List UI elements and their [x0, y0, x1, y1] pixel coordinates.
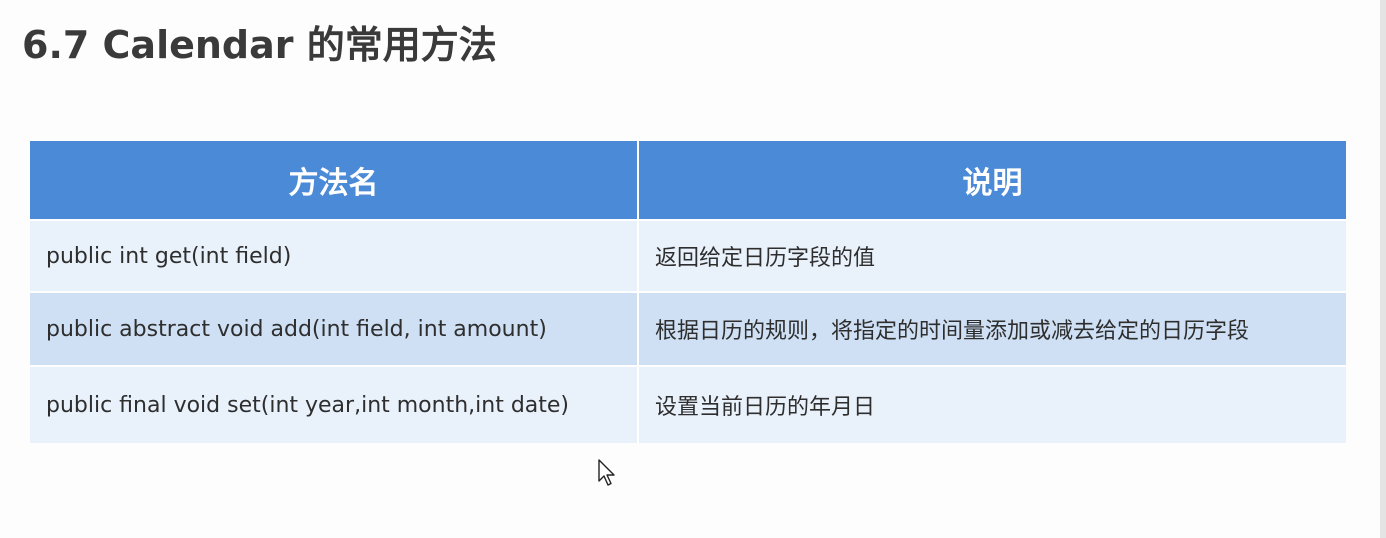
methods-table: 方法名 说明 public int get(int field) 返回给定日历字…: [30, 141, 1346, 443]
mouse-pointer-icon: [598, 459, 615, 486]
column-header-method: 方法名: [30, 141, 639, 220]
table-row: public abstract void add(int field, int …: [30, 291, 1346, 366]
description-cell: 返回给定日历字段的值: [638, 219, 1346, 292]
method-cell: public final void set(int year,int month…: [30, 365, 639, 443]
description-cell: 设置当前日历的年月日: [638, 365, 1346, 443]
table-header-row: 方法名 说明: [30, 141, 1346, 220]
window-edge: [1380, 0, 1386, 538]
method-cell: public abstract void add(int field, int …: [30, 291, 639, 366]
column-header-description: 说明: [638, 141, 1346, 220]
description-cell: 根据日历的规则，将指定的时间量添加或减去给定的日历字段: [638, 291, 1346, 366]
method-cell: public int get(int field): [30, 219, 639, 292]
page-title: 6.7 Calendar 的常用方法: [22, 23, 497, 67]
table-row: public final void set(int year,int month…: [30, 365, 1346, 443]
table-row: public int get(int field) 返回给定日历字段的值: [30, 219, 1346, 292]
